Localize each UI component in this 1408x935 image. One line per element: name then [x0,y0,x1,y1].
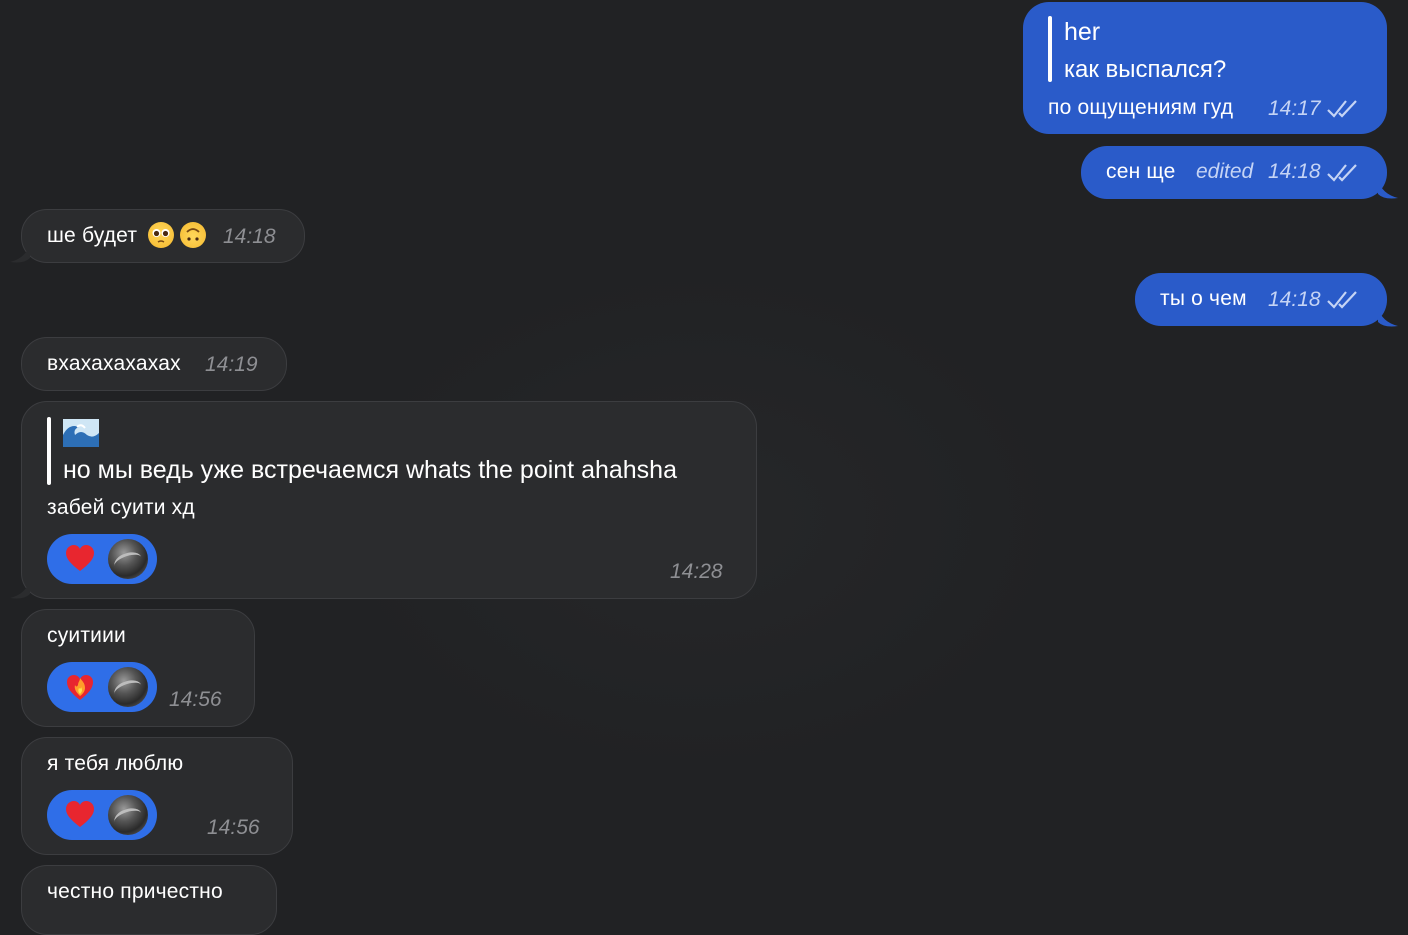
message-incoming[interactable]: ше будет 14:18 [21,209,305,263]
quote-bar [1048,16,1052,82]
water-wave-icon [63,419,99,447]
upside-down-face-emoji [180,222,206,248]
reaction-pill[interactable] [47,662,157,712]
message-outgoing[interactable]: сен ще edited 14:18 [1081,146,1387,199]
message-time: 14:56 [207,816,260,839]
message-incoming[interactable]: честно причестно [21,865,277,935]
message-text: честно причестно [47,880,223,903]
double-check-icon [1327,291,1357,309]
message-text: вхахахахахах [47,352,181,375]
reaction-pill[interactable] [47,790,157,840]
message-incoming[interactable]: но мы ведь уже встречаемся whats the poi… [21,401,757,599]
message-incoming[interactable]: я тебя люблю 14:56 [21,737,293,855]
heart-on-fire-icon [67,675,93,700]
quote-text: как выспался? [1064,56,1227,83]
message-text: ше будет [47,224,138,247]
message-text: ты о чем [1160,287,1247,310]
bubble-tail [10,580,30,599]
bubble-tail [10,244,30,263]
message-outgoing[interactable]: her как выспался? по ощущениям гуд 14:17 [1023,2,1387,134]
message-text: забей суити хд [47,496,195,519]
avatar [108,667,148,707]
message-time: 14:28 [670,560,723,583]
double-check-icon [1327,100,1357,118]
double-check-icon [1327,164,1357,182]
avatar [108,795,148,835]
quote-text: но мы ведь уже встречаемся whats the poi… [63,456,677,484]
reaction-pill[interactable] [47,534,157,584]
message-text: суитиии [47,624,126,647]
quote-author: her [1064,18,1101,46]
message-time: 14:56 [169,688,222,711]
message-incoming[interactable]: суитиии 14:56 [21,609,255,727]
avatar [108,539,148,579]
message-time: 14:17 [1268,97,1321,120]
message-outgoing[interactable]: ты о чем 14:18 [1135,273,1387,326]
message-text: я тебя люблю [47,752,184,775]
edited-label: edited [1196,160,1254,183]
message-time: 14:18 [223,225,276,248]
message-time: 14:19 [205,353,258,376]
pleading-face-emoji [148,222,174,248]
message-text: по ощущениям гуд [1048,96,1234,119]
bubble-tail [1378,308,1398,327]
message-incoming[interactable]: вхахахахахах 14:19 [21,337,287,391]
message-time: 14:18 [1268,288,1321,311]
red-heart-icon [66,801,94,827]
bubble-tail [1378,180,1398,199]
quote-bar [47,417,51,485]
message-time: 14:18 [1268,160,1321,183]
red-heart-icon [66,545,94,571]
message-text: сен ще [1106,160,1176,183]
